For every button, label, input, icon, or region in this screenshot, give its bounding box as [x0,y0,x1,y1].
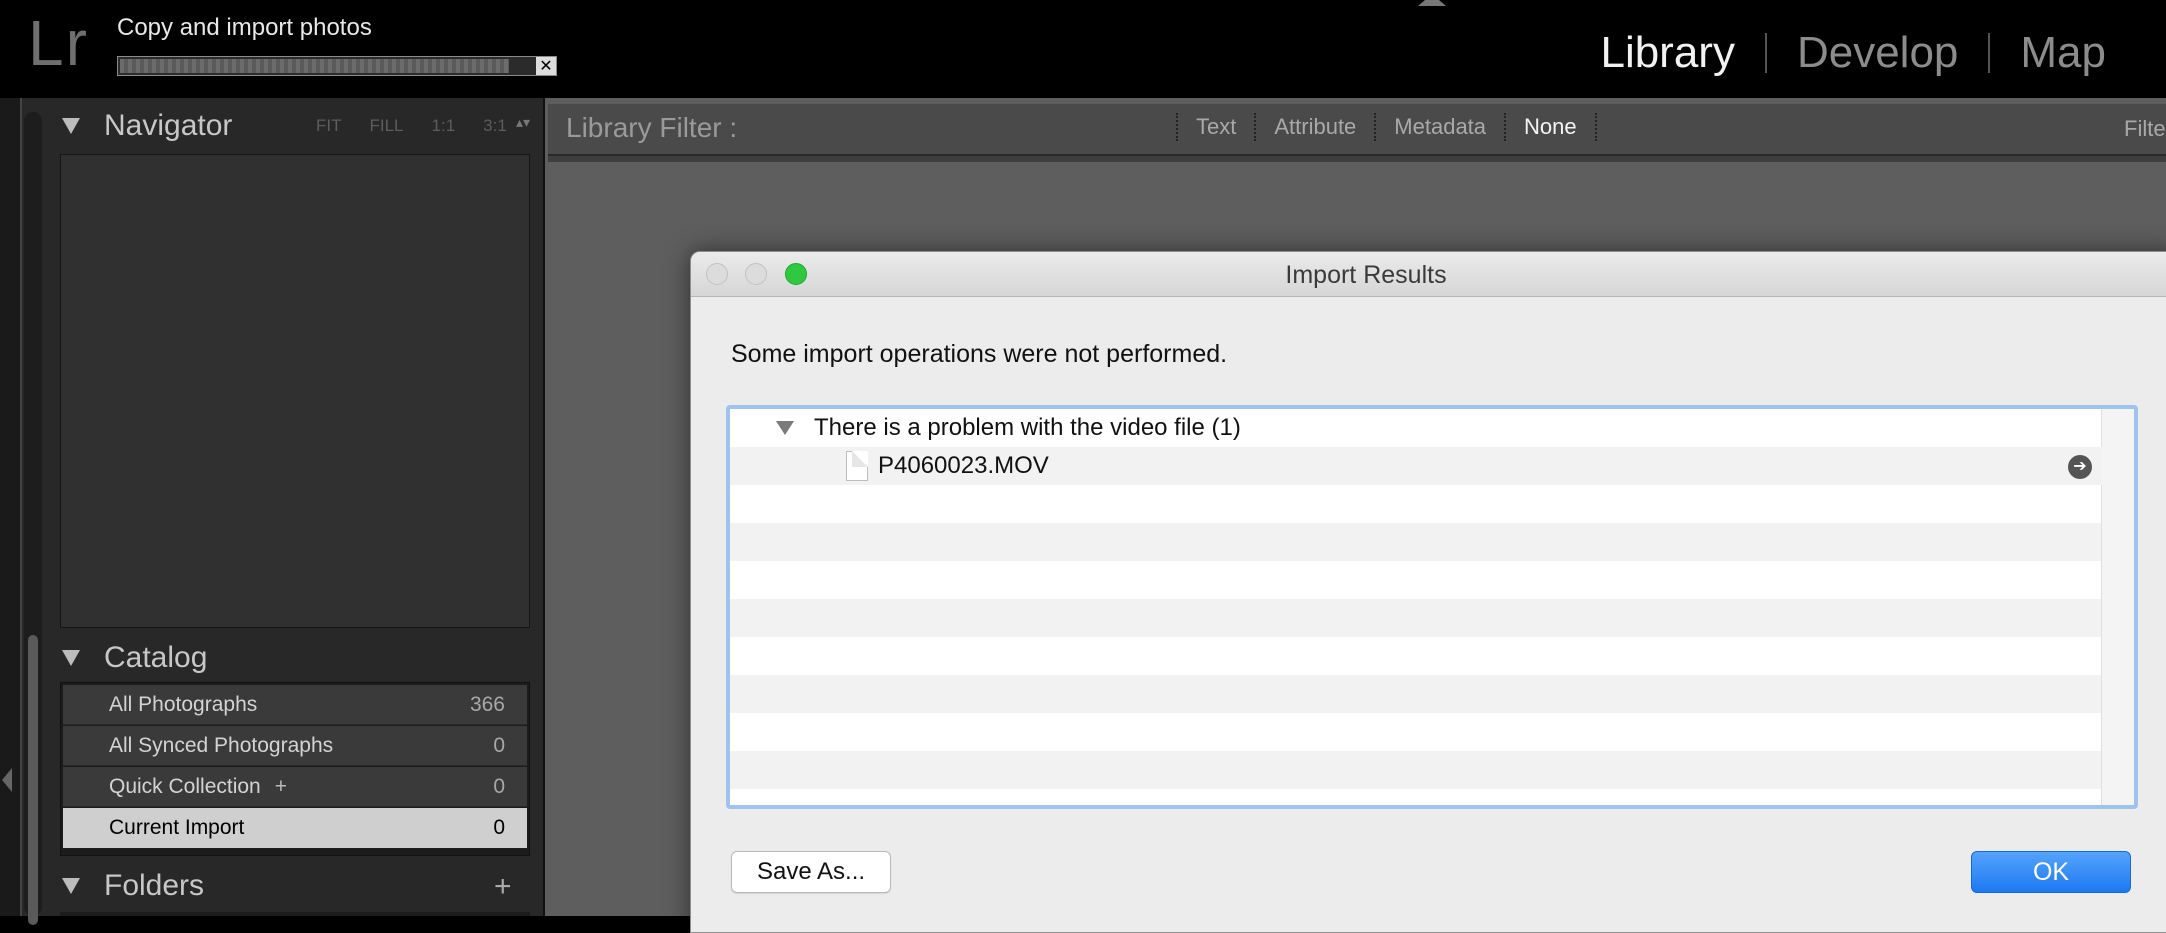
folders-title: Folders [104,869,205,902]
panel-collapse-caret-icon[interactable] [1418,0,1446,6]
catalog-item-count: 366 [469,692,505,716]
catalog-title: Catalog [104,641,208,674]
filter-tab-text[interactable]: Text [1178,114,1254,140]
dialog-title-bar[interactable]: Import Results [691,252,2166,297]
add-folder-icon[interactable]: + [494,870,512,904]
catalog-item-label: Quick Collection [109,774,261,798]
filter-tab-none[interactable]: None [1506,114,1595,140]
catalog-header[interactable]: Catalog [62,640,532,676]
navigator-title: Navigator [104,109,233,142]
left-edge-strip [0,98,20,916]
catalog-item-label: All Photographs [109,692,258,716]
list-stripe [730,637,2102,675]
library-filter-label: Library Filter : [566,112,738,143]
save-as-button[interactable]: Save As... [731,851,891,893]
dialog-message: Some import operations were not performe… [731,340,1228,368]
folders-header[interactable]: Folders [62,868,532,904]
reveal-arrow-icon[interactable]: ➔ [2068,455,2092,479]
catalog-item-label-group: Quick Collection + [109,775,287,799]
cancel-import-icon[interactable]: ✕ [536,57,556,75]
progress-fill [120,59,509,73]
filter-presets-label[interactable]: Filte [2124,116,2166,142]
lightroom-logo: Lr [28,7,89,79]
tab-separator [1594,113,1597,141]
zoom-fit[interactable]: FIT [316,116,342,136]
catalog-item-label: Current Import [109,816,245,839]
list-item[interactable]: P4060023.MOV ➔ [730,447,2102,485]
problem-group-label: There is a problem with the video file (… [814,414,1241,441]
catalog-item-count: 0 [493,774,505,798]
disclosure-triangle-icon[interactable] [62,878,80,894]
catalog-item-current-import[interactable]: Current Import 0 [63,808,527,848]
catalog-item-quick-collection[interactable]: Quick Collection + 0 [63,767,527,807]
task-title: Copy and import photos [117,14,372,41]
module-library[interactable]: Library [1570,28,1765,78]
document-icon [846,451,868,481]
zoom-3-1[interactable]: 3:1 [483,116,507,136]
list-stripe [730,485,2102,523]
folders-list [60,912,530,916]
ok-button[interactable]: OK [1971,851,2131,893]
filter-tab-metadata[interactable]: Metadata [1376,114,1504,140]
catalog-item-label: All Synced Photographs [109,733,334,757]
zoom-stepper-icon[interactable]: ▴▾ [516,116,530,130]
filter-tab-attribute[interactable]: Attribute [1256,114,1374,140]
quick-collection-plus-icon: + [274,774,287,798]
import-progress-bar: ✕ [117,56,557,76]
import-results-dialog: Import Results Some import operations we… [690,251,2166,933]
list-stripe [730,599,2102,637]
file-name: P4060023.MOV [878,452,1049,479]
library-filter-tabs: Text Attribute Metadata None [1176,113,1597,141]
disclosure-triangle-icon[interactable] [62,118,80,134]
zoom-fill[interactable]: FILL [370,116,404,136]
library-filter-bar-shadow [548,156,2166,162]
import-results-list[interactable]: There is a problem with the video file (… [726,405,2138,809]
module-map[interactable]: Map [1990,28,2136,78]
zoom-1-1[interactable]: 1:1 [432,116,456,136]
catalog-item-count: 0 [493,733,505,757]
navigator-preview[interactable] [60,154,530,628]
disclosure-triangle-icon[interactable] [776,421,794,435]
list-stripe [730,751,2102,789]
disclosure-triangle-icon[interactable] [62,650,80,666]
catalog-item-all-synced-photographs[interactable]: All Synced Photographs 0 [63,726,527,766]
left-panel-toggle-icon[interactable] [2,768,12,792]
list-stripe [730,713,2102,751]
problem-group-row[interactable]: There is a problem with the video file (… [730,409,2102,447]
dialog-title-wrap: Import Results [691,261,2166,290]
navigator-zoom-options: FIT FILL 1:1 3:1 [316,116,535,136]
catalog-item-all-photographs[interactable]: All Photographs 366 [63,685,527,725]
catalog-item-count: 0 [493,816,505,839]
left-panel-scroll-thumb[interactable] [28,635,38,925]
list-scrollbar[interactable] [2101,409,2134,805]
module-develop[interactable]: Develop [1767,28,1988,78]
list-stripe [730,675,2102,713]
dialog-title: Import Results [1285,261,1447,289]
list-stripe [730,561,2102,599]
module-picker: Library Develop Map [1570,28,2136,78]
list-stripe [730,523,2102,561]
catalog-list: All Photographs 366 All Synced Photograp… [60,682,530,856]
